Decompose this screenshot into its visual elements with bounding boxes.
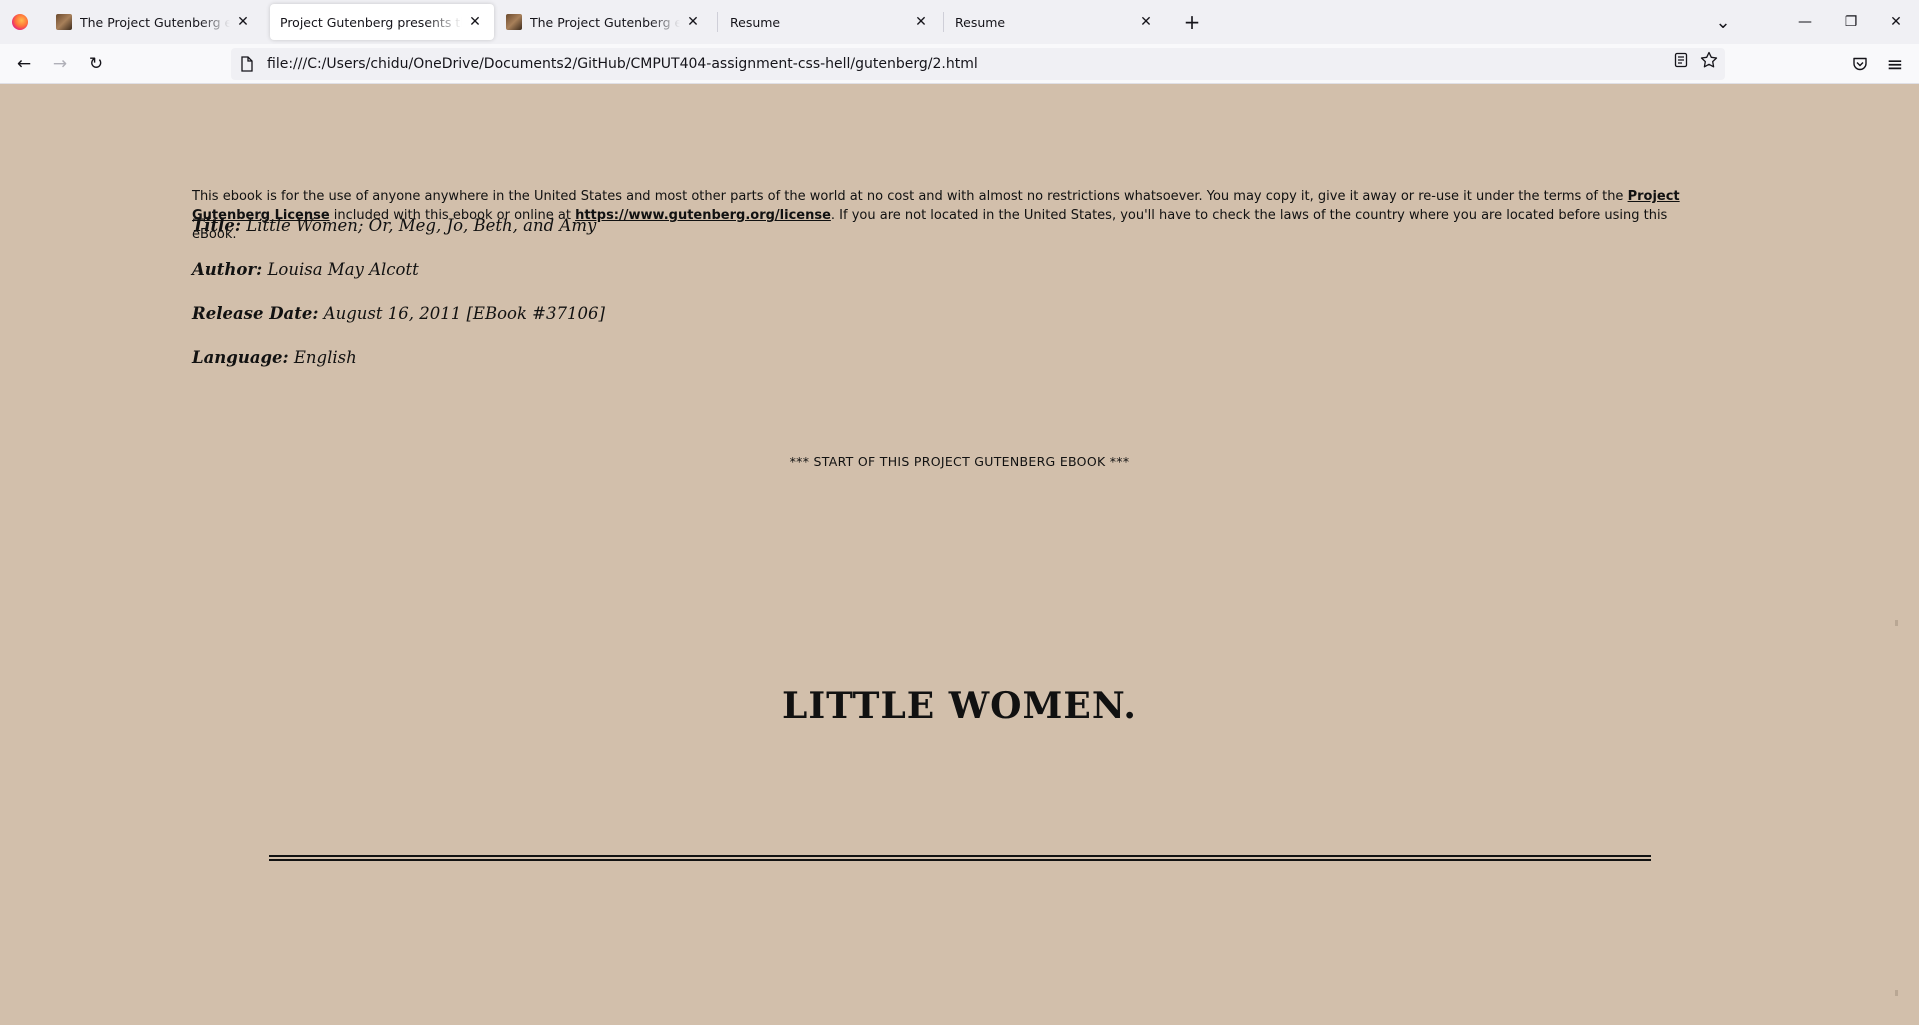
meta-value: English (288, 348, 357, 367)
tab-title: Project Gutenberg presents the Illu (280, 14, 462, 30)
meta-language: Language: English (192, 348, 357, 367)
meta-label: Release Date: (192, 304, 319, 323)
back-arrow-icon[interactable]: ← (8, 48, 40, 80)
tab-title: Resume (730, 14, 781, 30)
firefox-logo-icon (12, 14, 28, 30)
address-bar[interactable]: file:///C:/Users/chidu/OneDrive/Document… (231, 48, 1725, 80)
tab-2-active[interactable]: Project Gutenberg presents the Illu ✕ (270, 4, 494, 40)
page-content: This ebook is for the use of anyone anyw… (0, 85, 1919, 1025)
tab-separator (717, 12, 718, 32)
tab-close-icon[interactable]: ✕ (234, 13, 252, 31)
meta-author: Author: Louisa May Alcott (192, 260, 419, 279)
tab-close-icon[interactable]: ✕ (1137, 13, 1155, 31)
firefox-view-button[interactable] (0, 0, 40, 44)
new-tab-button[interactable]: + (1178, 8, 1206, 36)
tab-separator (943, 12, 944, 32)
tab-5[interactable]: Resume ✕ (945, 4, 1165, 40)
pocket-icon[interactable] (1844, 48, 1876, 80)
meta-label: Title: (192, 216, 242, 235)
minimize-button[interactable]: — (1782, 0, 1828, 44)
url-text[interactable]: file:///C:/Users/chidu/OneDrive/Document… (267, 56, 978, 72)
meta-label: Language: (192, 348, 289, 367)
tab-close-icon[interactable]: ✕ (912, 13, 930, 31)
scroll-marker (1895, 990, 1898, 996)
meta-title: Title: Little Women; Or, Meg, Jo, Beth, … (192, 216, 596, 235)
window-close-button[interactable]: ✕ (1873, 0, 1919, 44)
reader-view-icon[interactable] (1668, 48, 1694, 72)
meta-value: August 16, 2011 [EBook #37106] (318, 304, 605, 323)
app-menu-icon[interactable]: ≡ (1879, 48, 1911, 80)
notice-text: This ebook is for the use of anyone anyw… (192, 189, 1628, 204)
bookmark-star-icon[interactable] (1696, 48, 1722, 72)
ebook-start-marker: *** START OF THIS PROJECT GUTENBERG EBOO… (789, 454, 1130, 469)
tab-close-icon[interactable]: ✕ (466, 13, 484, 31)
tab-title: The Project Gutenberg eBook of (80, 14, 230, 30)
meta-value: Little Women; Or, Meg, Jo, Beth, and Amy (241, 216, 597, 235)
page-document-icon[interactable] (231, 56, 263, 72)
book-favicon-icon (56, 14, 72, 30)
tab-1[interactable]: The Project Gutenberg eBook of ✕ (46, 4, 262, 40)
navigation-toolbar: ← → ↻ file:///C:/Users/chidu/OneDrive/Do… (0, 44, 1919, 84)
scroll-marker (1895, 620, 1898, 626)
list-all-tabs-icon[interactable]: ⌄ (1700, 0, 1746, 44)
tab-4[interactable]: Resume ✕ (720, 4, 940, 40)
tab-title: Resume (955, 14, 1006, 30)
meta-value: Louisa May Alcott (262, 260, 419, 279)
tab-close-icon[interactable]: ✕ (684, 13, 702, 31)
meta-release-date: Release Date: August 16, 2011 [EBook #37… (192, 304, 605, 323)
book-favicon-icon (506, 14, 522, 30)
license-url-link[interactable]: https://www.gutenberg.org/license (575, 208, 831, 223)
forward-arrow-icon[interactable]: → (44, 48, 76, 80)
tab-3[interactable]: The Project Gutenberg eBook of ✕ (496, 4, 712, 40)
book-heading: LITTLE WOMEN. (782, 685, 1137, 727)
restore-button[interactable]: ❐ (1828, 0, 1874, 44)
tab-title: The Project Gutenberg eBook of (530, 14, 680, 30)
meta-label: Author: (192, 260, 263, 279)
double-horizontal-rule (269, 855, 1651, 861)
tab-strip: The Project Gutenberg eBook of ✕ Project… (0, 0, 1919, 44)
reload-icon[interactable]: ↻ (80, 48, 112, 80)
